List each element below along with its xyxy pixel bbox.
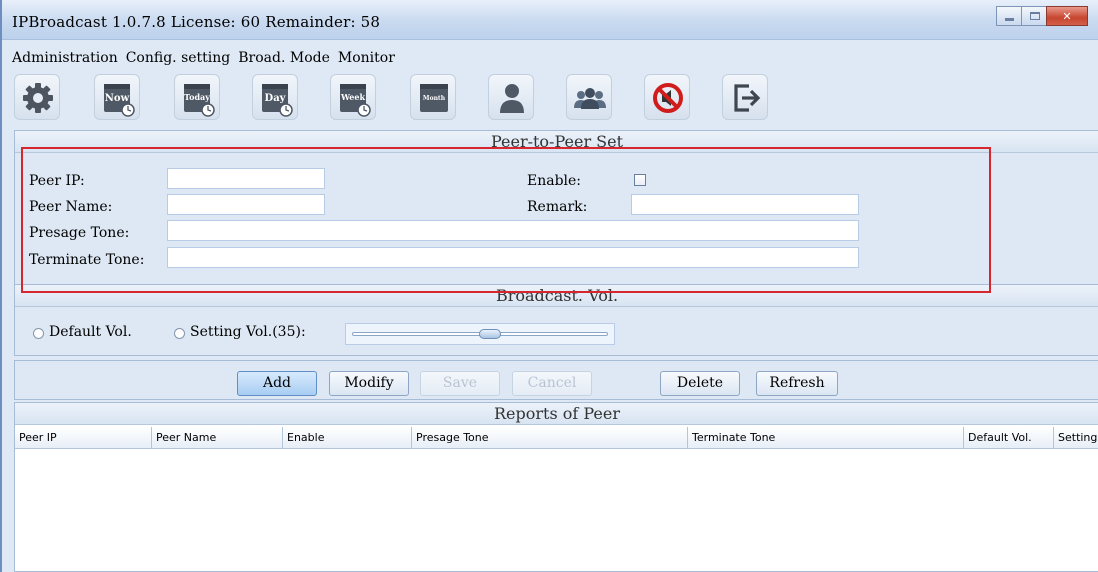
group-button[interactable] [566,74,612,120]
column-header-default-vol[interactable]: Default Vol. [964,427,1054,449]
gear-icon [23,83,53,113]
window-title: IPBroadcast 1.0.7.8 License: 60 Remainde… [12,13,381,31]
delete-button[interactable]: Delete [660,371,740,396]
menu-broad-mode[interactable]: Broad. Mode [234,48,334,68]
calendar-clock-icon: Today [184,84,215,117]
app-window: IPBroadcast 1.0.7.8 License: 60 Remainde… [0,0,1098,572]
calendar-clock-icon: Now [104,84,135,117]
day-button[interactable]: Day [252,74,298,120]
exit-icon [734,84,761,112]
minimize-icon [1005,18,1014,21]
cancel-button[interactable]: Cancel [512,371,592,396]
menu-monitor[interactable]: Monitor [334,48,399,68]
user-icon [500,84,524,113]
reports-title: Reports of Peer [15,403,1098,425]
volume-slider-thumb[interactable] [479,329,502,339]
menu-bar: Administration Config. setting Broad. Mo… [2,44,1098,72]
add-button[interactable]: Add [237,371,317,396]
maximize-button[interactable] [1021,6,1047,26]
refresh-button[interactable]: Refresh [756,371,838,396]
reports-panel: Reports of Peer Peer IP Peer Name Enable… [14,402,1098,572]
month-button[interactable]: Month [410,74,456,120]
svg-text:Today: Today [184,92,210,102]
modify-button[interactable]: Modify [329,371,409,396]
close-icon: ✕ [1062,9,1072,23]
column-header-peer-ip[interactable]: Peer IP [15,427,152,449]
exit-button[interactable] [722,74,768,120]
mute-button[interactable] [644,74,690,120]
setting-vol-radio[interactable] [174,328,185,339]
now-button[interactable]: Now [94,74,140,120]
svg-text:Day: Day [265,93,287,104]
minimize-button[interactable] [996,6,1022,26]
today-button[interactable]: Today [174,74,220,120]
close-button[interactable]: ✕ [1046,6,1088,26]
user-button[interactable] [488,74,534,120]
calendar-clock-icon: Day [262,84,293,117]
users-icon [574,88,606,109]
reports-table-body[interactable] [15,449,1098,571]
column-header-peer-name[interactable]: Peer Name [152,427,283,449]
default-vol-label: Default Vol. [49,324,132,340]
column-header-enable[interactable]: Enable [283,427,412,449]
column-header-setting-vol[interactable]: Setting V [1054,427,1098,449]
highlight-box [21,147,991,293]
maximize-icon [1030,12,1040,20]
column-header-presage-tone[interactable]: Presage Tone [412,427,688,449]
action-button-bar: Add Modify Save Cancel Delete Refresh [14,360,1098,400]
broadcast-vol-panel: Broadcast. Vol. Default Vol. Setting Vol… [14,284,1098,356]
week-button[interactable]: Week [330,74,376,120]
volume-slider[interactable] [345,323,615,345]
toolbar: Now Today Day Week Month [2,72,1098,124]
no-sound-icon [653,83,683,113]
svg-text:Week: Week [340,92,366,102]
settings-button[interactable] [14,74,60,120]
menu-administration[interactable]: Administration [8,48,122,68]
calendar-clock-icon: Week [340,84,371,117]
save-button[interactable]: Save [420,371,500,396]
default-vol-radio[interactable] [33,328,44,339]
column-header-terminate-tone[interactable]: Terminate Tone [688,427,964,449]
window-controls: ✕ [996,6,1088,26]
menu-config-setting[interactable]: Config. setting [122,48,235,68]
title-bar[interactable]: IPBroadcast 1.0.7.8 License: 60 Remainde… [2,0,1098,40]
svg-text:Now: Now [105,93,130,104]
setting-vol-label: Setting Vol.(35): [190,324,306,340]
calendar-icon: Month [420,84,448,112]
svg-text:Month: Month [423,95,446,102]
